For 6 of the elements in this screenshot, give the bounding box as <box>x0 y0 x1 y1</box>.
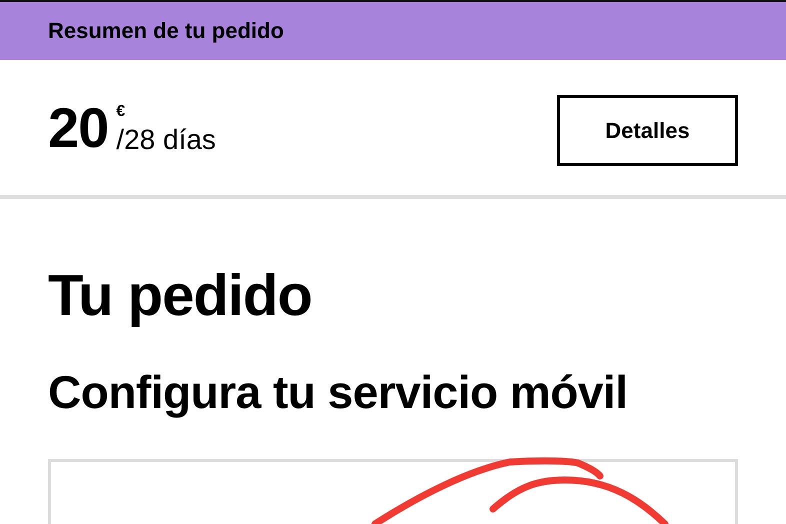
currency-symbol: € <box>116 104 126 120</box>
price-period: /28 días <box>116 126 216 154</box>
page-title: Tu pedido <box>48 267 313 325</box>
details-button[interactable]: Detalles <box>557 95 738 166</box>
summary-title: Resumen de tu pedido <box>48 18 284 44</box>
price-amount: 20 <box>48 100 108 156</box>
